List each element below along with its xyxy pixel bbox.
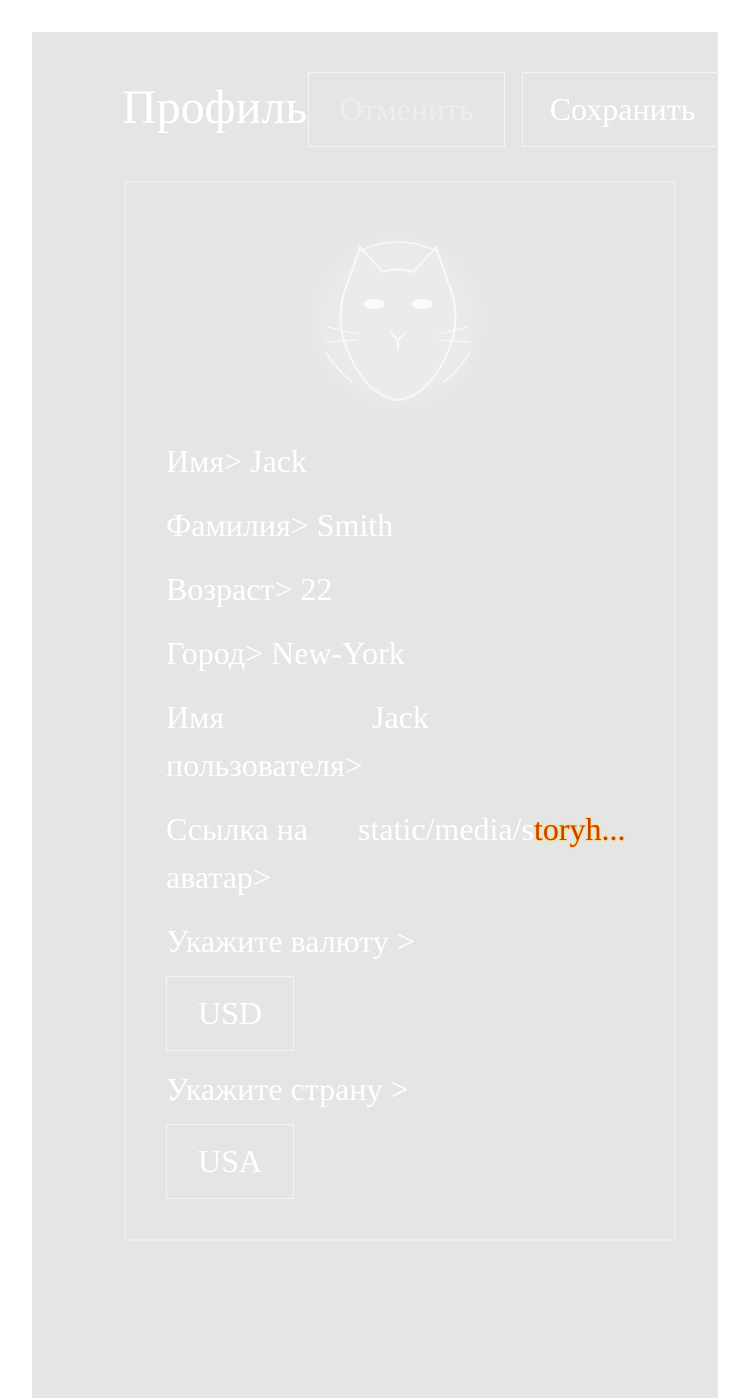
cancel-button[interactable]: Отменить: [308, 72, 505, 147]
last-name-value: Smith: [316, 507, 394, 543]
first-name-label: Имя>: [166, 443, 243, 479]
age-value: 22: [300, 571, 333, 607]
age-row: Возраст> 22: [166, 565, 332, 613]
age-label: Возраст>: [166, 571, 293, 607]
city-label: Город>: [166, 635, 264, 671]
username-label: Имя пользователя>: [166, 699, 363, 783]
avatar-link-value-suffix: toryh...: [533, 811, 626, 847]
avatar-link-value-prefix: static/media/s: [358, 811, 534, 847]
city-row: Город> New-York: [166, 629, 405, 677]
first-name-value: Jack: [250, 443, 307, 479]
save-button[interactable]: Сохранить: [522, 72, 722, 147]
currency-select[interactable]: USD: [166, 976, 294, 1051]
avatar-link-label: Ссылка на аватар>: [166, 811, 308, 895]
last-name-label: Фамилия>: [166, 507, 309, 543]
last-name-row: Фамилия> Smith: [166, 501, 393, 549]
country-label: Укажите страну >: [166, 1071, 409, 1107]
page-title: Профиль: [122, 81, 308, 134]
currency-label: Укажите валюту >: [166, 923, 415, 959]
country-select[interactable]: USA: [166, 1124, 294, 1199]
city-value: New-York: [271, 635, 405, 671]
avatar-link-value: static/media/storyh...: [358, 805, 626, 853]
first-name-row: Имя> Jack: [166, 437, 307, 485]
username-value: Jack: [372, 699, 429, 735]
avatar: [300, 224, 496, 420]
